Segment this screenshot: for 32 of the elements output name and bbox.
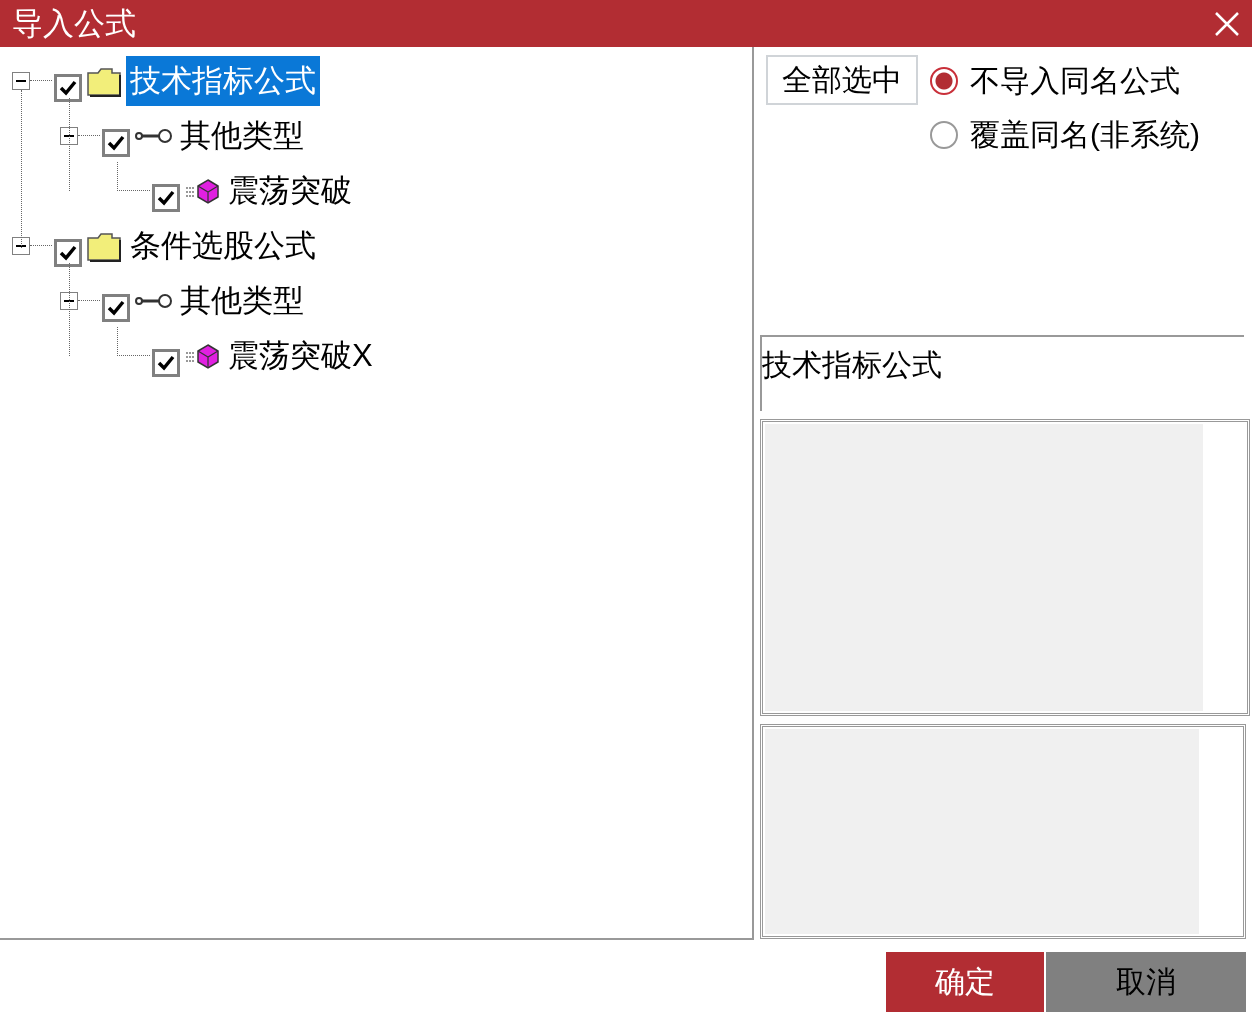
tree-item[interactable]: 技术指标公式 xyxy=(126,55,320,106)
tree-item[interactable]: 其他类型 xyxy=(176,275,308,326)
checkbox[interactable] xyxy=(102,128,130,157)
tree-item[interactable]: 震荡突破X xyxy=(224,330,377,381)
collapse-toggle[interactable] xyxy=(12,236,30,255)
collapse-toggle[interactable] xyxy=(60,291,78,310)
close-icon[interactable] xyxy=(1214,10,1240,37)
text-area[interactable] xyxy=(760,419,1250,716)
option-label[interactable]: 覆盖同名(非系统) xyxy=(970,114,1200,156)
cancel-button[interactable]: 取消 xyxy=(1046,952,1246,1012)
tree-line xyxy=(117,162,150,191)
checkbox[interactable] xyxy=(54,238,82,267)
select-all-button[interactable]: 全部选中 xyxy=(766,55,918,105)
tree-item[interactable]: 条件选股公式 xyxy=(126,220,320,271)
ok-button[interactable]: 确定 xyxy=(886,952,1044,1012)
cube-icon xyxy=(184,176,220,205)
tree-line xyxy=(117,327,150,356)
cube-icon xyxy=(184,341,220,370)
tree-item[interactable]: 震荡突破 xyxy=(224,165,356,216)
tree-item[interactable]: 其他类型 xyxy=(176,110,308,161)
radio-button[interactable] xyxy=(930,67,958,95)
collapse-toggle[interactable] xyxy=(60,126,78,145)
checkbox[interactable] xyxy=(152,183,180,212)
text-area[interactable] xyxy=(760,724,1246,939)
option-label[interactable]: 不导入同名公式 xyxy=(970,60,1180,102)
checkbox[interactable] xyxy=(54,73,82,102)
window-title: 导入公式 xyxy=(12,4,136,43)
radio-button[interactable] xyxy=(930,121,958,149)
name-field[interactable]: 技术指标公式 xyxy=(760,335,1244,411)
collapse-toggle[interactable] xyxy=(12,71,30,90)
checkbox[interactable] xyxy=(102,293,130,322)
checkbox[interactable] xyxy=(152,348,180,377)
